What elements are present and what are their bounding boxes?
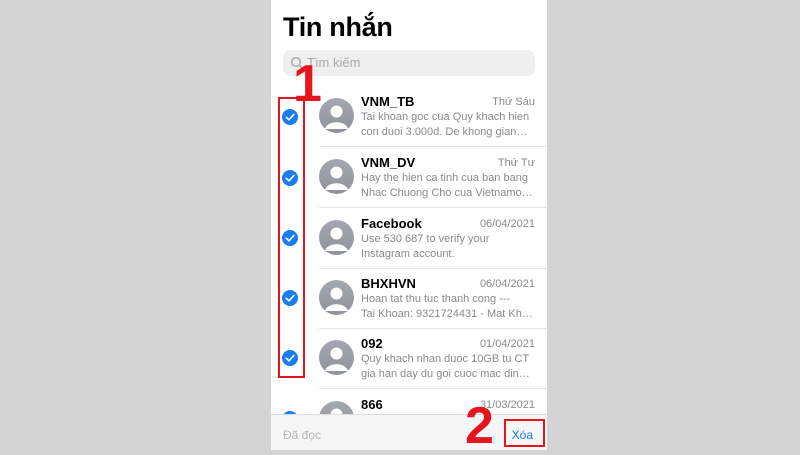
step-2-label: 2 [465, 397, 494, 455]
sender-name: Facebook [361, 216, 422, 231]
avatar [319, 280, 354, 315]
list-item[interactable]: VNM_DV Thứ Tư Hay the hien ca tinh cua b… [271, 147, 547, 208]
message-date: Thứ Sáu [492, 96, 535, 108]
message-preview: Use 530 687 to verify your Instagram acc… [361, 233, 490, 260]
message-preview: Hoan tat thu tuc thanh cong --- Tai Khoa… [361, 293, 533, 320]
message-date: 06/04/2021 [479, 218, 535, 230]
message-preview: Quy khach nhan duoc 10GB tu CT gia han d… [361, 353, 530, 380]
sender-name: BHXHVN [361, 276, 416, 291]
conversation-list[interactable]: VNM_TB Thứ Sáu Tai khoan goc cua Quy kha… [271, 86, 547, 414]
avatar [319, 220, 354, 255]
page-title: Tin nhắn [283, 12, 393, 42]
sender-name: 092 [361, 336, 383, 351]
list-item[interactable]: 092 01/04/2021 Quy khach nhan duoc 10GB … [271, 328, 547, 389]
avatar [319, 401, 354, 414]
list-item[interactable]: 866 31/03/2021 [271, 389, 547, 414]
message-date: 01/04/2021 [479, 338, 535, 350]
avatar [319, 159, 354, 194]
sender-name: 866 [361, 397, 383, 412]
message-date: Thứ Tư [497, 157, 535, 169]
avatar [319, 340, 354, 375]
list-item[interactable]: Facebook 06/04/2021 Use 530 687 to verif… [271, 208, 547, 269]
message-preview: Hay the hien ca tinh cua ban bang Nhac C… [361, 172, 533, 199]
list-item[interactable]: BHXHVN 06/04/2021 Hoan tat thu tuc thanh… [271, 268, 547, 329]
sender-name: VNM_DV [361, 155, 416, 170]
selection-highlight-box [278, 97, 305, 378]
delete-highlight-box [504, 419, 545, 447]
step-1-label: 1 [293, 55, 322, 113]
mark-read-button[interactable]: Đã đọc [283, 428, 321, 442]
avatar [319, 98, 354, 133]
message-date: 06/04/2021 [479, 278, 535, 290]
message-preview: Tai khoan goc cua Quy khach hien con duo… [361, 111, 530, 138]
sender-name: VNM_TB [361, 94, 415, 109]
